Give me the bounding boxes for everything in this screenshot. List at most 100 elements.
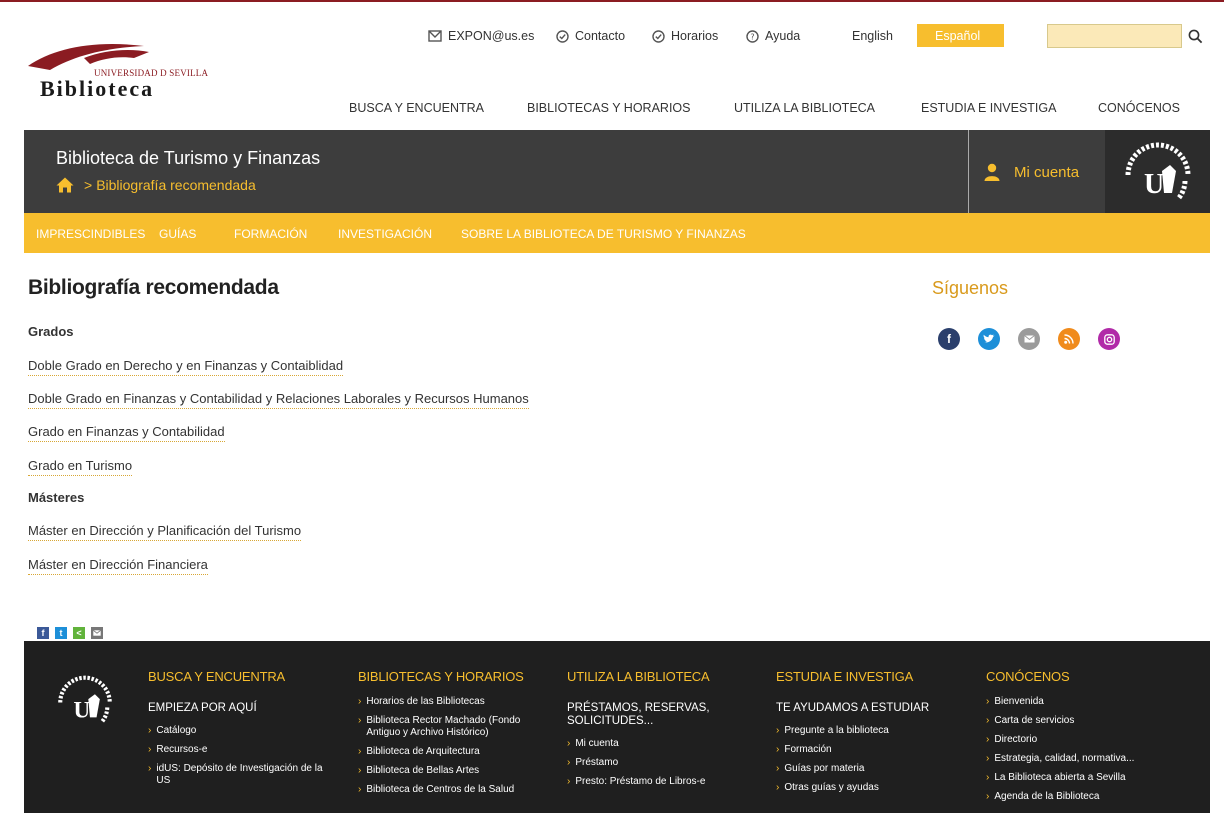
facebook-icon[interactable]: f (938, 328, 960, 350)
chevron-right-icon: › (986, 753, 990, 764)
twitter-share-icon[interactable]: t (55, 627, 67, 639)
footer-link[interactable]: › Catálogo (148, 725, 333, 737)
twitter-icon[interactable] (978, 328, 1000, 350)
grado-link[interactable]: Grado en Finanzas y Contabilidad (28, 424, 225, 442)
hours-label: Horarios (671, 29, 719, 43)
breadcrumb-current[interactable]: Bibliografía recomendada (96, 177, 256, 193)
footer-link[interactable]: › La Biblioteca abierta a Sevilla (986, 772, 1186, 784)
university-seal-icon: U (1125, 142, 1190, 201)
footer-link[interactable]: › Presto: Préstamo de Libros-e (567, 776, 747, 788)
biblioteca-logo[interactable]: UNIVERSIDAD D SEVILLA Biblioteca (24, 36, 214, 106)
chevron-right-icon: › (986, 734, 990, 745)
instagram-icon[interactable] (1098, 328, 1120, 350)
grado-link[interactable]: Doble Grado en Finanzas y Contabilidad y… (28, 391, 529, 409)
chevron-right-icon: › (776, 744, 780, 755)
footer-link[interactable]: › Biblioteca de Centros de la Salud (358, 784, 538, 796)
subnav-investigacion[interactable]: INVESTIGACIÓN (338, 227, 432, 241)
hours-link[interactable]: Horarios (652, 26, 718, 46)
email-link[interactable]: EXPON@us.es (428, 26, 534, 46)
footer-link[interactable]: › Biblioteca Rector Machado (Fondo Antigu… (358, 715, 538, 739)
chevron-right-icon: › (776, 782, 780, 793)
account-link[interactable]: Mi cuenta (984, 163, 1079, 181)
search-icon (1188, 29, 1202, 43)
email-icon[interactable] (1018, 328, 1040, 350)
masteres-heading: Másteres (28, 490, 85, 505)
footer-col-conocenos: CONÓCENOS › Bienvenida › Carta de servicio… (986, 669, 1186, 810)
contact-link[interactable]: Contacto (556, 26, 625, 46)
footer-col-busca: BUSCA Y ENCUENTRA EMPIEZA POR AQUÍ › Catá… (148, 669, 333, 794)
grado-link[interactable]: Doble Grado en Derecho y en Finanzas y C… (28, 358, 344, 376)
footer-link[interactable]: › Mi cuenta (567, 738, 747, 750)
facebook-share-icon[interactable]: f (37, 627, 49, 639)
chevron-right-icon: › (358, 784, 362, 795)
footer-col-heading[interactable]: UTILIZA LA BIBLIOTECA (567, 669, 747, 684)
footer-col-heading[interactable]: ESTUDIA E INVESTIGA (776, 669, 956, 684)
mainnav-utiliza[interactable]: UTILIZA LA BIBLIOTECA (734, 101, 875, 119)
svg-text:U: U (73, 696, 90, 722)
page-title: Bibliografía recomendada (28, 276, 279, 299)
subnav-sobre[interactable]: SOBRE LA BIBLIOTECA DE TURISMO Y FINANZA… (461, 227, 746, 241)
footer-link[interactable]: › Estrategia, calidad, normativa... (986, 753, 1186, 765)
master-link[interactable]: Máster en Dirección Financiera (28, 557, 208, 575)
footer-link[interactable]: › Biblioteca de Arquitectura (358, 746, 538, 758)
search-button[interactable] (1182, 24, 1208, 48)
university-seal-icon: U (58, 675, 112, 724)
footer-col-heading[interactable]: BUSCA Y ENCUENTRA (148, 669, 333, 684)
footer-link[interactable]: › Otras guías y ayudas (776, 782, 956, 794)
email-share-icon[interactable] (91, 627, 103, 639)
university-seal: U (1105, 130, 1210, 213)
footer-link[interactable]: › Directorio (986, 734, 1186, 746)
section-subnav: IMPRESCINDIBLES GUÍAS FORMACIÓN INVESTIG… (24, 213, 1210, 253)
email-label: EXPON@us.es (448, 29, 535, 43)
svg-text:U: U (1144, 169, 1164, 200)
subnav-formacion[interactable]: FORMACIÓN (234, 227, 307, 241)
chevron-right-icon: › (986, 772, 990, 783)
footer-link[interactable]: › Biblioteca de Bellas Artes (358, 765, 538, 777)
help-label: Ayuda (765, 29, 801, 43)
top-rule (0, 0, 1224, 2)
chevron-right-icon: › (567, 738, 571, 749)
chevron-right-icon: › (358, 715, 362, 726)
user-icon (984, 163, 1000, 181)
chevron-right-icon: › (567, 776, 571, 787)
footer-link[interactable]: › Guías por materia (776, 763, 956, 775)
mainnav-estudia[interactable]: ESTUDIA E INVESTIGA (921, 101, 1056, 119)
footer-link[interactable]: › idUS: Depósito de Investigación de la U… (148, 763, 333, 787)
lang-spanish[interactable]: Español (917, 24, 1004, 47)
help-link[interactable]: ? Ayuda (746, 26, 800, 46)
share-icon[interactable]: < (73, 627, 85, 639)
footer-link[interactable]: › Préstamo (567, 757, 747, 769)
chevron-right-icon: › (358, 765, 362, 776)
footer-col-sub: PRÉSTAMOS, RESERVAS, SOLICITUDES... (567, 702, 710, 727)
mainnav-bibliotecas[interactable]: BIBLIOTECAS Y HORARIOS (527, 101, 690, 119)
subnav-imprescindibles[interactable]: IMPRESCINDIBLES (36, 227, 145, 241)
library-banner: Biblioteca de Turismo y Finanzas > Bibli… (24, 130, 1210, 213)
chevron-right-icon: › (986, 696, 990, 707)
footer-link[interactable]: › Pregunte a la biblioteca (776, 725, 956, 737)
footer-link[interactable]: › Horarios de las Bibliotecas (358, 696, 538, 708)
footer-link[interactable]: › Recursos-e (148, 744, 333, 756)
footer-link[interactable]: › Carta de servicios (986, 715, 1186, 727)
footer-link[interactable]: › Agenda de la Biblioteca (986, 791, 1186, 803)
mainnav-busca[interactable]: BUSCA Y ENCUENTRA (349, 101, 484, 119)
logo-wordmark: Biblioteca (40, 76, 155, 101)
footer-col-estudia: ESTUDIA E INVESTIGA TE AYUDAMOS A ESTUDI… (776, 669, 956, 801)
check-circle-icon (556, 29, 569, 43)
mainnav-conocenos[interactable]: CONÓCENOS (1098, 101, 1180, 119)
lang-english[interactable]: English (852, 26, 893, 46)
footer-col-heading[interactable]: BIBLIOTECAS Y HORARIOS (358, 669, 538, 684)
chevron-right-icon: › (148, 744, 152, 755)
chevron-right-icon: › (776, 725, 780, 736)
banner-title[interactable]: Biblioteca de Turismo y Finanzas (56, 148, 320, 169)
rss-icon[interactable] (1058, 328, 1080, 350)
footer-link[interactable]: › Formación (776, 744, 956, 756)
search-input[interactable] (1047, 24, 1182, 48)
home-icon[interactable] (56, 177, 74, 193)
footer-seal: U (52, 669, 118, 736)
footer-link[interactable]: › Bienvenida (986, 696, 1186, 708)
chevron-right-icon: › (148, 763, 152, 774)
grado-link[interactable]: Grado en Turismo (28, 458, 133, 476)
master-link[interactable]: Máster en Dirección y Planificación del … (28, 523, 302, 541)
subnav-guias[interactable]: GUÍAS (159, 227, 196, 241)
footer-col-heading[interactable]: CONÓCENOS (986, 669, 1186, 684)
